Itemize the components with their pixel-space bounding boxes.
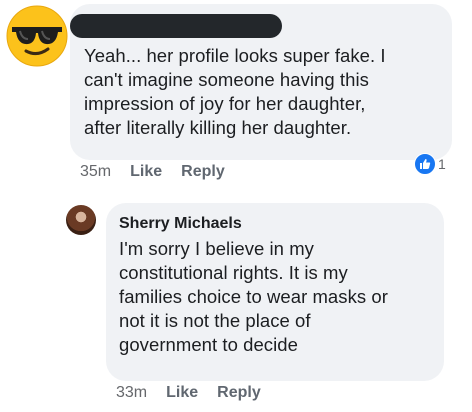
reply-link[interactable]: Reply bbox=[181, 163, 225, 181]
avatar[interactable] bbox=[66, 205, 96, 235]
comment-bubble: Yeah... her profile looks super fake. I … bbox=[70, 4, 452, 160]
sunglasses-emoji-icon[interactable] bbox=[6, 5, 68, 67]
thumbs-up-icon bbox=[414, 153, 436, 175]
comment-actions: 33m Like Reply bbox=[116, 384, 261, 402]
comment-bubble: Sherry Michaels I'm sorry I believe in m… bbox=[106, 203, 444, 381]
reaction-count-label: 1 bbox=[438, 156, 446, 172]
reaction-count[interactable]: 1 bbox=[414, 153, 446, 175]
comment-timestamp[interactable]: 33m bbox=[116, 384, 147, 402]
comment-timestamp[interactable]: 35m bbox=[80, 163, 111, 181]
reply-link[interactable]: Reply bbox=[217, 384, 261, 402]
redacted-author-name bbox=[70, 14, 282, 38]
comment-text: I'm sorry I believe in my constitutional… bbox=[119, 238, 388, 355]
comment-text: Yeah... her profile looks super fake. I … bbox=[84, 45, 386, 138]
like-link[interactable]: Like bbox=[166, 384, 198, 402]
like-link[interactable]: Like bbox=[130, 163, 162, 181]
comment-actions: 35m Like Reply bbox=[80, 163, 225, 181]
comment-author[interactable]: Sherry Michaels bbox=[119, 215, 431, 233]
